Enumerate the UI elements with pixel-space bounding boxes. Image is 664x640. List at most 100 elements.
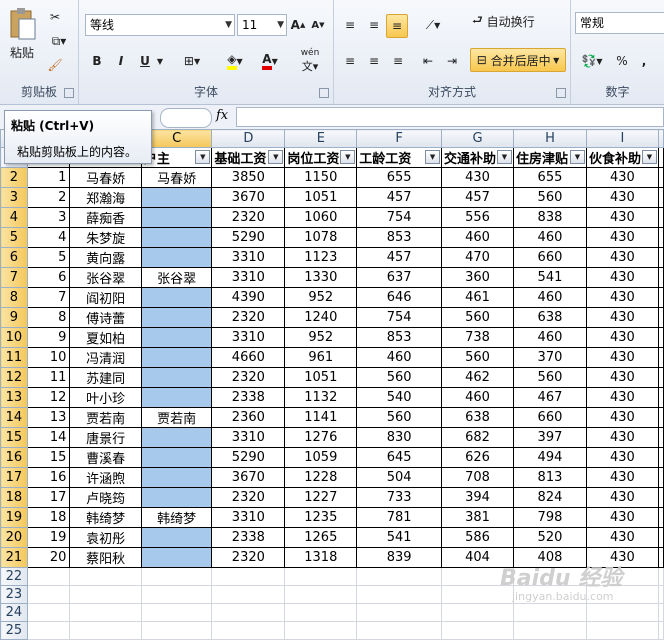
header-cell-housing-allowance[interactable]: 住房津贴 ▼ — [512, 147, 587, 168]
cell-d[interactable]: 2320 — [211, 207, 286, 228]
row-header[interactable]: 11 — [0, 347, 28, 368]
cell-j[interactable] — [657, 207, 664, 228]
cell-e[interactable]: 1228 — [284, 467, 358, 488]
cell-i[interactable]: 430 — [585, 287, 659, 308]
format-painter-icon[interactable]: 🖌 — [46, 56, 64, 74]
align-top-icon[interactable]: ≡ — [340, 14, 360, 36]
empty-cell[interactable] — [284, 567, 358, 586]
row-header[interactable]: 12 — [0, 367, 28, 388]
cell-j[interactable] — [657, 227, 664, 248]
cell-h[interactable]: 813 — [512, 467, 587, 488]
number-format-combo[interactable]: 常规 — [575, 12, 664, 34]
increase-indent-icon[interactable]: ⇥ — [442, 50, 462, 72]
fill-color-icon[interactable]: ◈ ▼ — [219, 50, 251, 72]
cell-householder[interactable] — [140, 387, 213, 408]
align-middle-icon[interactable]: ≡ — [364, 14, 384, 36]
cell-g[interactable]: 462 — [441, 367, 514, 388]
cell-i[interactable]: 430 — [585, 347, 659, 368]
cell-g[interactable]: 460 — [441, 227, 514, 248]
cell-f[interactable]: 560 — [356, 407, 443, 428]
filter-dropdown-icon[interactable]: ▼ — [340, 150, 356, 164]
cell-index[interactable]: 7 — [26, 287, 71, 308]
column-header-f[interactable]: F — [356, 129, 443, 148]
border-icon[interactable]: ⊞ ▼ — [177, 50, 207, 72]
cell-h[interactable]: 370 — [512, 347, 587, 368]
cell-g[interactable]: 460 — [441, 387, 514, 408]
phonetic-icon[interactable]: wén 文▾ — [291, 46, 329, 76]
cell-householder[interactable] — [140, 527, 213, 548]
cell-name[interactable]: 苏建同 — [69, 367, 142, 388]
cell-householder[interactable] — [140, 367, 213, 388]
row-header[interactable]: 5 — [0, 227, 28, 248]
cell-householder[interactable] — [140, 307, 213, 328]
cell-e[interactable]: 1051 — [284, 367, 358, 388]
alignment-launcher-icon[interactable] — [556, 88, 566, 98]
cell-d[interactable]: 3670 — [211, 187, 286, 208]
cell-index[interactable]: 2 — [26, 187, 71, 208]
empty-cell[interactable] — [69, 621, 142, 640]
cell-h[interactable]: 467 — [512, 387, 587, 408]
cell-f[interactable]: 853 — [356, 327, 443, 348]
cell-j[interactable] — [657, 347, 664, 368]
cell-j[interactable] — [657, 307, 664, 328]
cell-i[interactable]: 430 — [585, 227, 659, 248]
cell-d[interactable]: 2360 — [211, 407, 286, 428]
cell-d[interactable]: 4390 — [211, 287, 286, 308]
column-header-e[interactable]: E — [284, 129, 358, 148]
cell-f[interactable]: 781 — [356, 507, 443, 528]
cell-i[interactable]: 430 — [585, 447, 659, 468]
cell-i[interactable]: 430 — [585, 187, 659, 208]
cell-name[interactable]: 郑瀚海 — [69, 187, 142, 208]
row-header[interactable]: 8 — [0, 287, 28, 308]
cell-h[interactable]: 660 — [512, 407, 587, 428]
row-header[interactable]: 17 — [0, 467, 28, 488]
column-header-g[interactable]: G — [441, 129, 514, 148]
paste-button[interactable]: 粘贴 — [4, 44, 40, 60]
cell-h[interactable]: 824 — [512, 487, 587, 508]
header-cell-position-salary[interactable]: 岗位工资 ▼ — [284, 147, 358, 168]
cell-j[interactable] — [657, 487, 664, 508]
empty-cell[interactable] — [284, 585, 358, 604]
filter-dropdown-icon[interactable]: ▼ — [641, 150, 657, 164]
underline-button[interactable]: U — [135, 50, 155, 72]
merge-center-button[interactable]: ⊟ 合并后居中 ▼ — [470, 48, 566, 72]
empty-cell[interactable] — [211, 567, 286, 586]
empty-cell[interactable] — [211, 585, 286, 604]
cell-e[interactable]: 1060 — [284, 207, 358, 228]
font-color-icon[interactable]: A ▼ — [255, 50, 285, 72]
cell-g[interactable]: 560 — [441, 347, 514, 368]
row-header[interactable]: 10 — [0, 327, 28, 348]
cell-i[interactable]: 430 — [585, 427, 659, 448]
row-header[interactable]: 20 — [0, 527, 28, 548]
cell-i[interactable]: 430 — [585, 467, 659, 488]
cell-index[interactable]: 6 — [26, 267, 71, 288]
cell-f[interactable]: 646 — [356, 287, 443, 308]
cell-d[interactable]: 5290 — [211, 447, 286, 468]
cell-name[interactable]: 贾若南 — [69, 407, 142, 428]
cell-householder[interactable]: 贾若南 — [140, 407, 213, 428]
row-header[interactable]: 4 — [0, 207, 28, 228]
cell-g[interactable]: 586 — [441, 527, 514, 548]
cell-name[interactable]: 朱梦旋 — [69, 227, 142, 248]
cell-d[interactable]: 3310 — [211, 267, 286, 288]
cell-f[interactable]: 504 — [356, 467, 443, 488]
header-cell-meal-allowance[interactable]: 伙食补助 ▼ — [585, 147, 659, 168]
cell-i[interactable]: 430 — [585, 307, 659, 328]
empty-cell[interactable] — [512, 621, 587, 640]
cell-h[interactable]: 838 — [512, 207, 587, 228]
cell-e[interactable]: 952 — [284, 327, 358, 348]
font-size-combo[interactable]: 11 ▼ — [237, 14, 287, 36]
cell-h[interactable]: 560 — [512, 367, 587, 388]
cell-index[interactable]: 12 — [26, 387, 71, 408]
cell-f[interactable]: 853 — [356, 227, 443, 248]
cell-householder[interactable] — [140, 547, 213, 568]
cell-index[interactable]: 8 — [26, 307, 71, 328]
cell-e[interactable]: 1227 — [284, 487, 358, 508]
orientation-icon[interactable]: ⟋ ▼ — [418, 14, 448, 36]
cell-index[interactable]: 16 — [26, 467, 71, 488]
cell-householder[interactable]: 张谷翠 — [140, 267, 213, 288]
cell-h[interactable]: 520 — [512, 527, 587, 548]
cell-d[interactable]: 3310 — [211, 327, 286, 348]
column-header-i[interactable]: I — [585, 129, 659, 148]
cell-e[interactable]: 1141 — [284, 407, 358, 428]
